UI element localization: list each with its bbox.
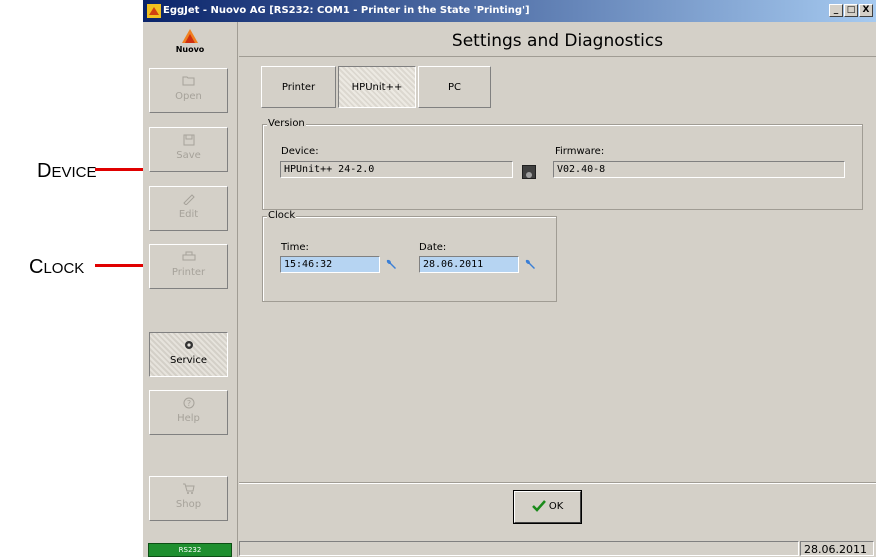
sidebar-item-label: Service xyxy=(170,355,207,366)
status-date: 28.06.2011 xyxy=(800,541,874,556)
date-wrench-icon[interactable] xyxy=(523,258,537,272)
device-label: Device: xyxy=(281,146,319,157)
time-field[interactable]: 15:46:32 xyxy=(280,256,380,273)
sidebar-item-label: Save xyxy=(176,150,201,161)
checkmark-icon xyxy=(531,500,546,512)
tab-pc[interactable]: PC xyxy=(418,66,491,108)
nuovo-logo: Nuovo xyxy=(147,25,233,55)
clock-group-title: Clock xyxy=(267,210,297,221)
sidebar-item-label: Shop xyxy=(175,499,202,510)
sidebar: Nuovo Open Save Edit Printer Service ? H… xyxy=(143,22,238,557)
connection-status-badge: RS232 xyxy=(148,543,232,557)
version-group-title: Version xyxy=(267,118,306,129)
svg-text:Nuovo: Nuovo xyxy=(176,45,205,54)
sidebar-item-label: Open xyxy=(175,91,202,102)
printer-icon xyxy=(182,251,196,265)
callout-clock: CLOCK xyxy=(29,256,85,278)
sidebar-item-help[interactable]: ? Help xyxy=(149,390,228,435)
sidebar-item-label: Help xyxy=(177,413,200,424)
status-bar: RS232 28.06.2011 xyxy=(143,540,876,557)
date-label: Date: xyxy=(419,242,447,253)
sidebar-item-open[interactable]: Open xyxy=(149,68,228,113)
ok-button[interactable]: OK xyxy=(513,490,582,524)
time-wrench-icon[interactable] xyxy=(384,258,398,272)
window-title: EggJet - Nuovo AG [RS232: COM1 - Printer… xyxy=(163,5,530,16)
device-field[interactable]: HPUnit++ 24-2.0 xyxy=(280,161,513,178)
time-label: Time: xyxy=(281,242,309,253)
page-title: Settings and Diagnostics xyxy=(239,26,876,57)
svg-text:?: ? xyxy=(186,399,190,408)
tab-hpunit[interactable]: HPUnit++ xyxy=(338,66,416,108)
cart-icon xyxy=(182,483,196,497)
sidebar-item-service[interactable]: Service xyxy=(149,332,228,377)
sidebar-item-edit[interactable]: Edit xyxy=(149,186,228,231)
gear-icon xyxy=(182,339,196,353)
firmware-label: Firmware: xyxy=(555,146,605,157)
minimize-button[interactable]: _ xyxy=(829,4,843,17)
app-icon xyxy=(147,4,161,18)
callout-device: DEVICE xyxy=(37,160,97,182)
status-panel xyxy=(239,541,799,556)
sidebar-item-label: Printer xyxy=(171,267,206,278)
tab-printer[interactable]: Printer xyxy=(261,66,336,108)
sidebar-item-shop[interactable]: Shop xyxy=(149,476,228,521)
sidebar-item-label: Edit xyxy=(178,209,199,220)
help-icon: ? xyxy=(182,397,196,411)
firmware-field[interactable]: V02.40-8 xyxy=(553,161,845,178)
sidebar-item-save[interactable]: Save xyxy=(149,127,228,172)
floppy-icon xyxy=(182,134,196,148)
app-window: EggJet - Nuovo AG [RS232: COM1 - Printer… xyxy=(143,0,876,557)
device-settings-icon[interactable] xyxy=(522,165,536,179)
title-bar[interactable]: EggJet - Nuovo AG [RS232: COM1 - Printer… xyxy=(143,0,876,22)
bottom-separator xyxy=(239,482,876,483)
folder-open-icon xyxy=(182,75,196,89)
maximize-button[interactable]: □ xyxy=(844,4,858,17)
edit-icon xyxy=(182,193,196,207)
date-field[interactable]: 28.06.2011 xyxy=(419,256,519,273)
sidebar-item-printer[interactable]: Printer xyxy=(149,244,228,289)
close-button[interactable]: X xyxy=(859,4,873,17)
logo-graphic: Nuovo xyxy=(176,29,205,54)
